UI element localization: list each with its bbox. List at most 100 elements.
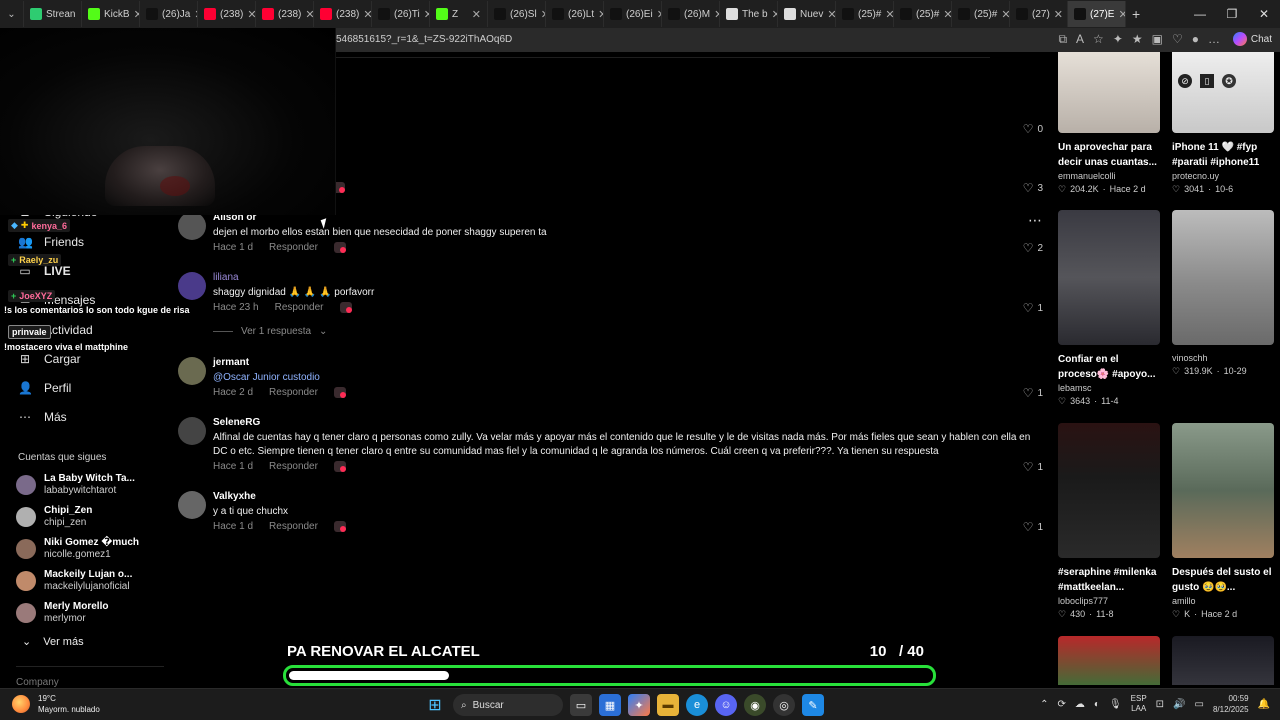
avatar[interactable]	[178, 212, 206, 240]
avatar[interactable]	[178, 491, 206, 519]
url-field[interactable]: 546851615?_r=1&_t=ZS-922iThAOq6D	[336, 34, 512, 45]
tab-close-icon[interactable]: ✕	[1114, 8, 1125, 21]
video-card[interactable]: ⊘ ▯ ✪ iPhone 11 🤍 #fyp #paratii #iphone1…	[1172, 52, 1274, 196]
browser-tab[interactable]: (238) ✕	[198, 1, 256, 27]
pip-icon[interactable]: ⊘	[1178, 74, 1192, 88]
battery-icon[interactable]: ▭	[1195, 699, 1204, 710]
browser-tab[interactable]: KickB✕	[82, 1, 140, 27]
following-account[interactable]: Chipi_Zen chipi_zen	[16, 503, 166, 531]
tab-close-icon[interactable]: ✕	[710, 8, 719, 21]
following-account[interactable]: Niki Gomez �much nicolle.gomez1	[16, 535, 166, 563]
comment-username[interactable]: Valkyxhe	[213, 491, 256, 502]
notification-icon[interactable]: 🔔	[1258, 699, 1270, 710]
discord-icon[interactable]: ☺	[715, 694, 737, 716]
reply-button[interactable]: Responder	[269, 242, 318, 253]
like-button[interactable]: ♡ 1	[1023, 460, 1043, 474]
avatar[interactable]	[178, 417, 206, 445]
read-aloud-icon[interactable]: A	[1076, 32, 1084, 47]
store-icon[interactable]: ▦	[599, 694, 621, 716]
video-card[interactable]: vinoschh ♡ 319.9K · 10-29	[1172, 210, 1274, 378]
tab-close-icon[interactable]: ✕	[468, 8, 481, 21]
gift-icon[interactable]	[339, 302, 352, 313]
browser-tab[interactable]: (27)E✕	[1068, 1, 1126, 27]
menu-icon[interactable]: …	[1208, 32, 1220, 47]
tab-close-icon[interactable]: ✕	[243, 8, 255, 21]
browser-tab[interactable]: Strean✕	[24, 1, 82, 27]
browser-tab[interactable]: (27) ✕	[1010, 1, 1068, 27]
gift-icon[interactable]	[333, 461, 346, 472]
maximize-icon[interactable]: ❐	[1216, 7, 1248, 21]
edge-icon[interactable]: e	[686, 694, 708, 716]
tab-close-icon[interactable]: ✕	[939, 8, 951, 21]
following-account[interactable]: La Baby Witch Ta... lababywitchtarot	[16, 471, 166, 499]
close-icon[interactable]: ✕	[1248, 7, 1280, 21]
like-button[interactable]: ♡ 0	[1023, 122, 1043, 136]
reply-button[interactable]: Responder	[275, 302, 324, 313]
browser-tab[interactable]: (238) ✕	[256, 1, 314, 27]
obs-icon[interactable]: ◎	[773, 694, 795, 716]
following-account[interactable]: Merly Morello merlymor	[16, 599, 166, 627]
tab-close-icon[interactable]: ✕	[359, 8, 371, 21]
video-card[interactable]: Confiar en el proceso🌸 #apoyo... lebamsc…	[1058, 210, 1160, 408]
weather-widget[interactable]: 19°C Mayorm. nublado	[12, 693, 100, 715]
new-tab-button[interactable]: +	[1126, 1, 1146, 27]
following-account[interactable]: Mackeily Lujan o... mackeilylujanoficial	[16, 567, 166, 595]
paint-icon[interactable]: ✎	[802, 694, 824, 716]
reply-button[interactable]: Responder	[269, 387, 318, 398]
avatar[interactable]	[178, 357, 206, 385]
comment-username[interactable]: liliana	[213, 272, 239, 283]
browser-essentials-icon[interactable]: ♡	[1172, 32, 1183, 47]
microphone-icon[interactable]: 🎙	[1109, 699, 1122, 710]
browser-tab[interactable]: (26)Lt✕	[546, 1, 604, 27]
favorites-icon[interactable]: ★	[1132, 32, 1143, 47]
tab-close-icon[interactable]: ✕	[301, 8, 313, 21]
onedrive-icon[interactable]: ☁	[1075, 699, 1085, 710]
taskbar-search[interactable]: ⌕ Buscar	[453, 694, 563, 716]
clock[interactable]: 00:59 8/12/2025	[1213, 693, 1249, 715]
gift-icon[interactable]	[333, 521, 346, 532]
windows-start-icon[interactable]: ⊞	[424, 694, 446, 716]
tab-close-icon[interactable]: ✕	[768, 8, 777, 21]
extensions-icon[interactable]: ✦	[1113, 32, 1123, 47]
tab-close-icon[interactable]: ✕	[130, 8, 139, 21]
comment-username[interactable]: SeleneRG	[213, 417, 260, 428]
avatar[interactable]	[178, 272, 206, 300]
favorite-icon[interactable]: ☆	[1093, 32, 1104, 47]
tab-close-icon[interactable]: ✕	[881, 8, 893, 21]
video-card[interactable]: #seraphine #milenka #mattkeelan... loboc…	[1058, 423, 1160, 621]
volume-icon[interactable]: 🔊	[1173, 699, 1185, 710]
tab-close-icon[interactable]: ✕	[997, 8, 1009, 21]
like-button[interactable]: ♡ 1	[1023, 301, 1043, 315]
comment-mention[interactable]: @Oscar Junior custodio	[213, 371, 1043, 385]
tab-close-icon[interactable]: ✕	[823, 8, 835, 21]
copilot-chat-button[interactable]: Chat	[1232, 32, 1272, 46]
browser-tab[interactable]: Nuev ✕	[778, 1, 836, 27]
like-button[interactable]: ♡ 3	[1023, 181, 1043, 195]
video-card[interactable]: Después del susto el gusto 🥹🥹... amillo …	[1172, 423, 1274, 621]
tab-list-button[interactable]: ⌄	[0, 1, 24, 27]
nav-live[interactable]: ▭ LIVE	[18, 264, 70, 278]
steam-icon[interactable]: ◐	[1094, 699, 1100, 710]
nav-friends[interactable]: 👥 Friends	[18, 235, 84, 249]
browser-tab[interactable]: (238) ✕	[314, 1, 372, 27]
browser-tab[interactable]: (26)Ja✕	[140, 1, 198, 27]
tab-close-icon[interactable]: ✕	[537, 8, 545, 21]
nav-more[interactable]: ⋯ Más	[18, 410, 67, 424]
video-card[interactable]	[1058, 636, 1160, 685]
tab-close-icon[interactable]: ✕	[420, 8, 429, 21]
phone-icon[interactable]: ▯	[1200, 74, 1214, 88]
nav-upload[interactable]: ⊞ Cargar	[18, 352, 81, 366]
tab-close-icon[interactable]: ✕	[1050, 8, 1063, 21]
browser-tab[interactable]: (26)Ei✕	[604, 1, 662, 27]
app-icon[interactable]: ◉	[744, 694, 766, 716]
nav-profile[interactable]: 👤 Perfil	[18, 381, 71, 395]
browser-tab[interactable]: (25)# ✕	[894, 1, 952, 27]
profile-icon[interactable]: ●	[1192, 32, 1199, 47]
browser-tab[interactable]: (26)Ti✕	[372, 1, 430, 27]
see-more-button[interactable]: ⌄ Ver más	[22, 635, 84, 649]
like-button[interactable]: ♡ 1	[1023, 520, 1043, 534]
browser-tab[interactable]: (26)Sl✕	[488, 1, 546, 27]
browser-tab[interactable]: Z ✕	[430, 1, 488, 27]
video-card[interactable]: Un aprovechar para decir unas cuantas...…	[1058, 52, 1160, 196]
view-replies-button[interactable]: Ver 1 respuesta ⌄	[213, 326, 327, 337]
